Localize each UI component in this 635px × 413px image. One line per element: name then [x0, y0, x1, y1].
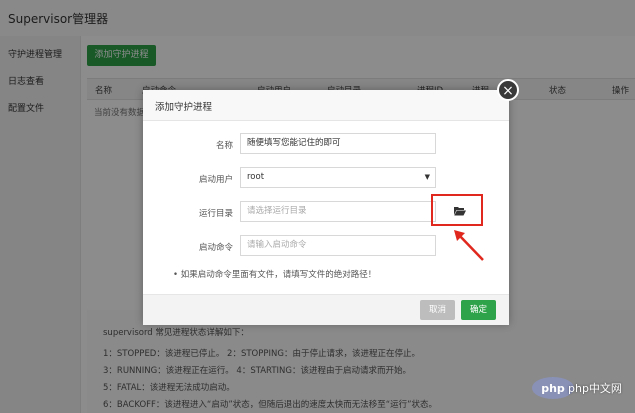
- name-input[interactable]: 随便填写您能记住的即可: [240, 133, 436, 154]
- watermark: php php中文网: [531, 368, 631, 408]
- dialog-footer: 取消 确定: [143, 294, 509, 325]
- cmd-label: 启动命令: [198, 243, 233, 253]
- user-select[interactable]: root ▼: [240, 167, 436, 188]
- name-label: 名称: [215, 141, 233, 151]
- user-label: 启动用户: [198, 175, 233, 185]
- close-icon[interactable]: ×: [497, 79, 519, 101]
- dir-label: 运行目录: [198, 209, 233, 219]
- dropdown-caret-icon: ▼: [424, 173, 430, 181]
- annotation-arrow-icon: [454, 230, 484, 261]
- user-select-value: root: [247, 172, 265, 182]
- annotation-highlight-box: [431, 194, 483, 226]
- hint-text: • 如果启动命令里面有文件，请填写文件的绝对路径！: [173, 270, 377, 280]
- dialog-title: 添加守护进程: [155, 102, 213, 113]
- cmd-input[interactable]: 请输入启动命令: [240, 235, 436, 256]
- confirm-button[interactable]: 确定: [461, 300, 496, 320]
- dialog-header: 添加守护进程: [143, 90, 509, 121]
- dir-input[interactable]: 请选择运行目录: [240, 201, 436, 222]
- svg-text:php: php: [541, 382, 565, 395]
- cancel-button[interactable]: 取消: [420, 300, 455, 320]
- watermark-text: php中文网: [568, 382, 622, 395]
